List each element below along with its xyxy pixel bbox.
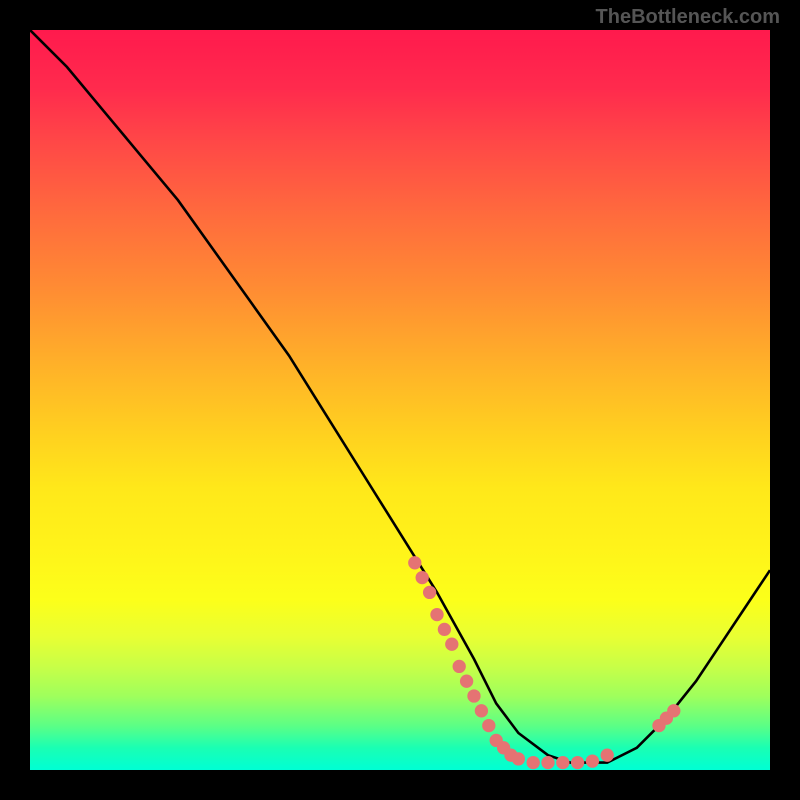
data-marker: [571, 756, 584, 769]
data-markers: [408, 556, 680, 769]
data-marker: [460, 675, 473, 688]
data-marker: [541, 756, 554, 769]
bottleneck-curve: [30, 30, 770, 763]
data-marker: [423, 586, 436, 599]
data-marker: [556, 756, 569, 769]
data-marker: [467, 689, 480, 702]
data-marker: [475, 704, 488, 717]
chart-container: TheBottleneck.com: [0, 0, 800, 800]
data-marker: [667, 704, 680, 717]
data-marker: [601, 749, 614, 762]
curve-svg: [30, 30, 770, 770]
data-marker: [586, 754, 599, 767]
watermark-text: TheBottleneck.com: [596, 6, 780, 29]
data-marker: [445, 638, 458, 651]
data-marker: [512, 752, 525, 765]
data-marker: [438, 623, 451, 636]
data-marker: [408, 556, 421, 569]
data-marker: [482, 719, 495, 732]
plot-area: [30, 30, 770, 770]
data-marker: [453, 660, 466, 673]
data-marker: [527, 756, 540, 769]
data-marker: [430, 608, 443, 621]
data-marker: [416, 571, 429, 584]
